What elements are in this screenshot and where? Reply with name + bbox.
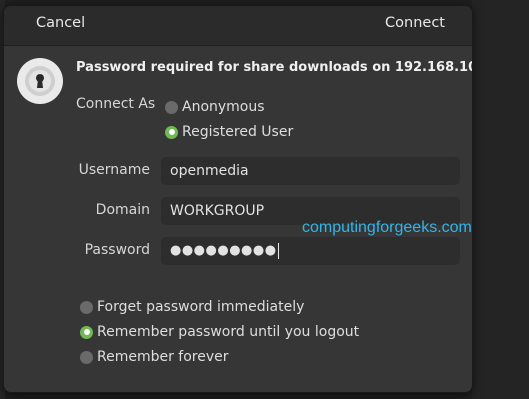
radio-checked-icon — [80, 325, 93, 339]
dialog-title: Password required for share downloads on… — [76, 60, 473, 75]
radio-anonymous-label: Anonymous — [182, 99, 265, 115]
cancel-button[interactable]: Cancel — [36, 15, 85, 31]
password-field[interactable]: ●●●●●●●●● — [161, 237, 460, 265]
radio-registered-user-label: Registered User — [182, 124, 294, 140]
lock-icon — [17, 58, 63, 104]
radio-remember-forever-label: Remember forever — [97, 349, 229, 365]
radio-forget-label: Forget password immediately — [97, 299, 305, 315]
password-dialog: Cancel Connect Password required for sha… — [3, 5, 473, 393]
radio-registered-user[interactable]: Registered User — [165, 124, 293, 140]
text-caret — [277, 242, 279, 259]
watermark-text: computingforgeeks.com — [302, 219, 472, 236]
radio-forget-immediately[interactable]: Forget password immediately — [80, 299, 304, 315]
username-field[interactable]: openmedia — [161, 157, 460, 185]
radio-remember-until-label: Remember password until you logout — [97, 324, 360, 340]
radio-unchecked-icon — [165, 100, 178, 114]
radio-unchecked-icon — [80, 300, 93, 314]
radio-remember-forever[interactable]: Remember forever — [80, 349, 229, 365]
dialog-header: Cancel Connect — [4, 6, 472, 46]
password-label: Password — [84, 242, 150, 258]
radio-anonymous[interactable]: Anonymous — [165, 99, 265, 115]
password-dots: ●●●●●●●●● — [170, 243, 277, 258]
radio-checked-icon — [165, 125, 178, 139]
background-right — [472, 0, 529, 399]
radio-unchecked-icon — [80, 350, 93, 364]
domain-label: Domain — [95, 202, 150, 218]
radio-remember-until-logout[interactable]: Remember password until you logout — [80, 324, 359, 340]
username-label: Username — [78, 162, 150, 178]
connect-button[interactable]: Connect — [385, 15, 445, 31]
connect-as-label: Connect As — [76, 96, 156, 112]
